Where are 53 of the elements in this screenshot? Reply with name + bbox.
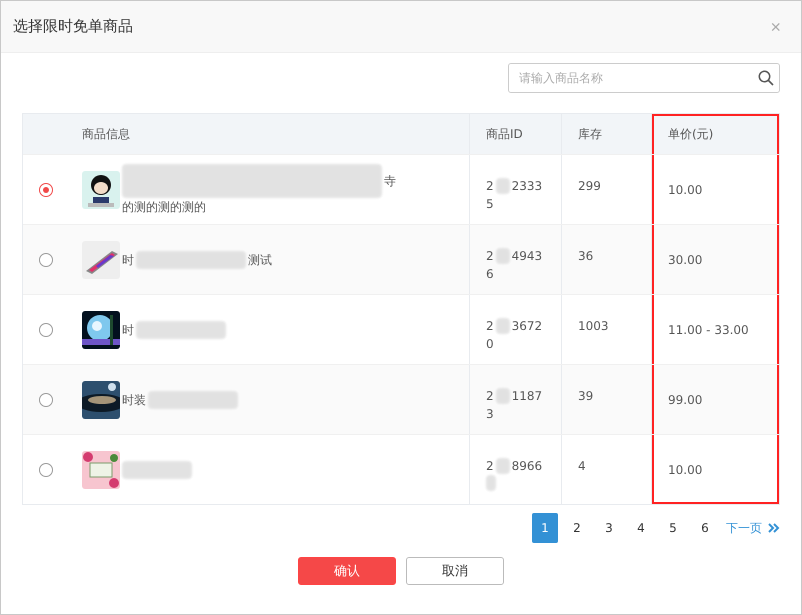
redaction-blur [496, 248, 510, 264]
product-id: 2 [486, 248, 494, 265]
page-button[interactable]: 4 [628, 513, 654, 543]
confirm-button[interactable]: 确认 [298, 557, 396, 585]
unit-price: 11.00 - 33.00 [668, 322, 749, 338]
product-name: 时 [122, 252, 134, 268]
page-button[interactable]: 6 [692, 513, 718, 543]
radio-button[interactable] [39, 462, 53, 476]
unit-price: 10.00 [668, 182, 702, 198]
redaction-blur [496, 178, 510, 194]
column-header: 单价(元) [651, 114, 779, 154]
page-button[interactable]: 2 [564, 513, 590, 543]
unit-price: 30.00 [668, 252, 702, 268]
product-id: 4943 [512, 248, 542, 265]
column-header: 商品信息 [81, 126, 131, 143]
product-id: 2 [486, 178, 494, 195]
product-id: 3 [486, 406, 495, 423]
search-icon [758, 70, 774, 86]
product-id: 5 [486, 196, 495, 213]
radio-button[interactable] [39, 252, 53, 266]
product-name: 测试 [248, 252, 272, 268]
product-name: 时装 [122, 392, 146, 408]
product-id: 6 [486, 266, 495, 283]
product-id: 1187 [512, 388, 542, 405]
unit-price: 99.00 [668, 392, 702, 408]
redaction-blur [496, 318, 510, 334]
product-id: 2 [486, 318, 494, 335]
double-chevron-icon [768, 523, 780, 533]
unit-price: 10.00 [668, 462, 702, 478]
radio-button[interactable] [39, 392, 53, 406]
radio-button[interactable] [39, 182, 53, 196]
redaction-blur [122, 460, 192, 478]
stock-count: 36 [578, 248, 594, 265]
product-id: 2333 [512, 178, 542, 195]
product-id: 2 [486, 458, 494, 475]
product-id: 8966 [512, 458, 542, 475]
dialog-title: 选择限时免单商品 [13, 17, 133, 36]
cancel-button[interactable]: 取消 [406, 557, 504, 585]
page-button[interactable]: 3 [596, 513, 622, 543]
product-id: 2 [486, 388, 494, 405]
product-name: 时 [122, 322, 134, 338]
page-button[interactable]: 5 [660, 513, 686, 543]
product-id: 3672 [512, 318, 542, 335]
stock-count: 299 [578, 178, 601, 195]
stock-count: 39 [578, 388, 594, 405]
product-id: 0 [486, 336, 495, 353]
stock-count: 4 [578, 458, 586, 475]
stock-count: 1003 [578, 318, 609, 335]
product-name: 的测的测的测的 [122, 198, 207, 216]
product-name: 寺 [384, 172, 396, 190]
radio-button[interactable] [39, 322, 53, 336]
search-field[interactable]: 请输入商品名称 [508, 63, 780, 93]
redaction-blur [496, 388, 510, 404]
